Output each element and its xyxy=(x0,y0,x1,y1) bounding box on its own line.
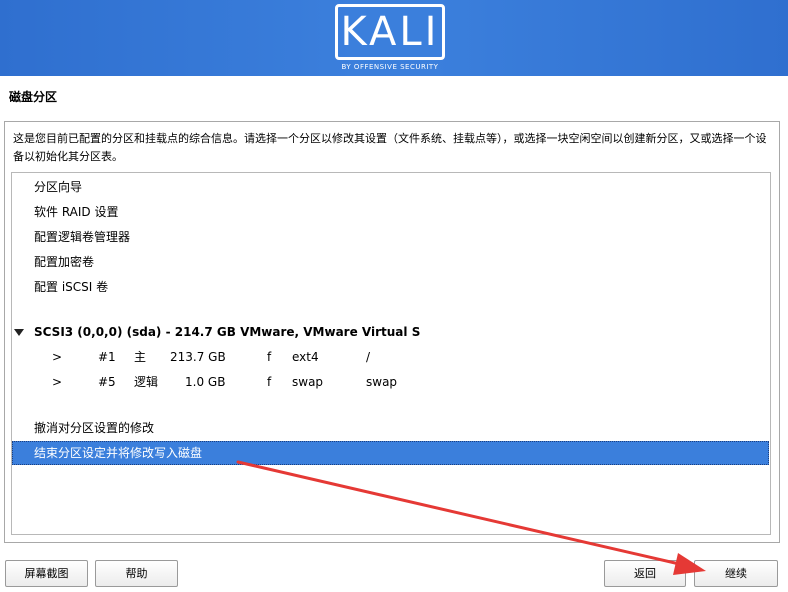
help-button[interactable]: 帮助 xyxy=(95,560,178,587)
screenshot-button[interactable]: 屏幕截图 xyxy=(5,560,88,587)
expand-triangle-icon xyxy=(14,329,24,336)
partition-mount: swap xyxy=(366,375,398,389)
partition-row-1[interactable]: > #1 主 213.7 GB f ext4 / xyxy=(12,345,769,369)
partition-flag: f xyxy=(267,350,272,364)
partition-number: #1 xyxy=(98,350,116,364)
menu-item-label: 分区向导 xyxy=(34,180,83,194)
menu-item-label: 软件 RAID 设置 xyxy=(34,205,119,219)
menu-item-encrypted-volumes[interactable]: 配置加密卷 xyxy=(12,250,769,274)
menu-item-iscsi[interactable]: 配置 iSCSI 卷 xyxy=(12,275,769,299)
partition-flag: f xyxy=(267,375,272,389)
partition-row-5[interactable]: > #5 逻辑 1.0 GB f swap swap xyxy=(12,370,769,394)
finish-partitioning-item[interactable]: 结束分区设定并将修改写入磁盘 xyxy=(12,441,769,465)
partition-filesystem: ext4 xyxy=(292,350,319,364)
partition-type: 逻辑 xyxy=(134,375,159,389)
partition-size: 1.0 GB xyxy=(185,375,226,389)
logo-tagline: BY OFFENSIVE SECURITY xyxy=(341,63,439,71)
partition-size: 213.7 GB xyxy=(170,350,226,364)
continue-button[interactable]: 继续 xyxy=(694,560,778,587)
header-banner: KALI BY OFFENSIVE SECURITY xyxy=(0,0,788,76)
partition-type: 主 xyxy=(134,350,147,364)
menu-item-label: 配置逻辑卷管理器 xyxy=(34,230,131,244)
menu-item-label: 配置加密卷 xyxy=(34,255,95,269)
kali-logo: KALI xyxy=(335,4,445,60)
page-title: 磁盘分区 xyxy=(9,90,58,104)
partition-mount: / xyxy=(366,350,371,364)
menu-item-label: 撤消对分区设置的修改 xyxy=(34,421,155,435)
partition-filesystem: swap xyxy=(292,375,324,389)
menu-item-label: 结束分区设定并将修改写入磁盘 xyxy=(34,446,203,460)
menu-item-software-raid[interactable]: 软件 RAID 设置 xyxy=(12,200,769,224)
partition-number: #5 xyxy=(98,375,116,389)
menu-item-lvm[interactable]: 配置逻辑卷管理器 xyxy=(12,225,769,249)
logo-text: KALI xyxy=(340,9,440,55)
chevron-right-icon: > xyxy=(52,350,63,364)
menu-item-partition-wizard[interactable]: 分区向导 xyxy=(12,175,769,199)
back-button[interactable]: 返回 xyxy=(604,560,686,587)
disk-label: SCSI3 (0,0,0) (sda) - 214.7 GB VMware, V… xyxy=(34,325,421,339)
undo-changes-item[interactable]: 撤消对分区设置的修改 xyxy=(12,416,769,440)
menu-item-label: 配置 iSCSI 卷 xyxy=(34,280,109,294)
disk-row-sda[interactable]: SCSI3 (0,0,0) (sda) - 214.7 GB VMware, V… xyxy=(12,320,769,344)
chevron-right-icon: > xyxy=(52,375,63,389)
description-text: 这是您目前已配置的分区和挂载点的综合信息。请选择一个分区以修改其设置（文件系统、… xyxy=(13,132,767,163)
